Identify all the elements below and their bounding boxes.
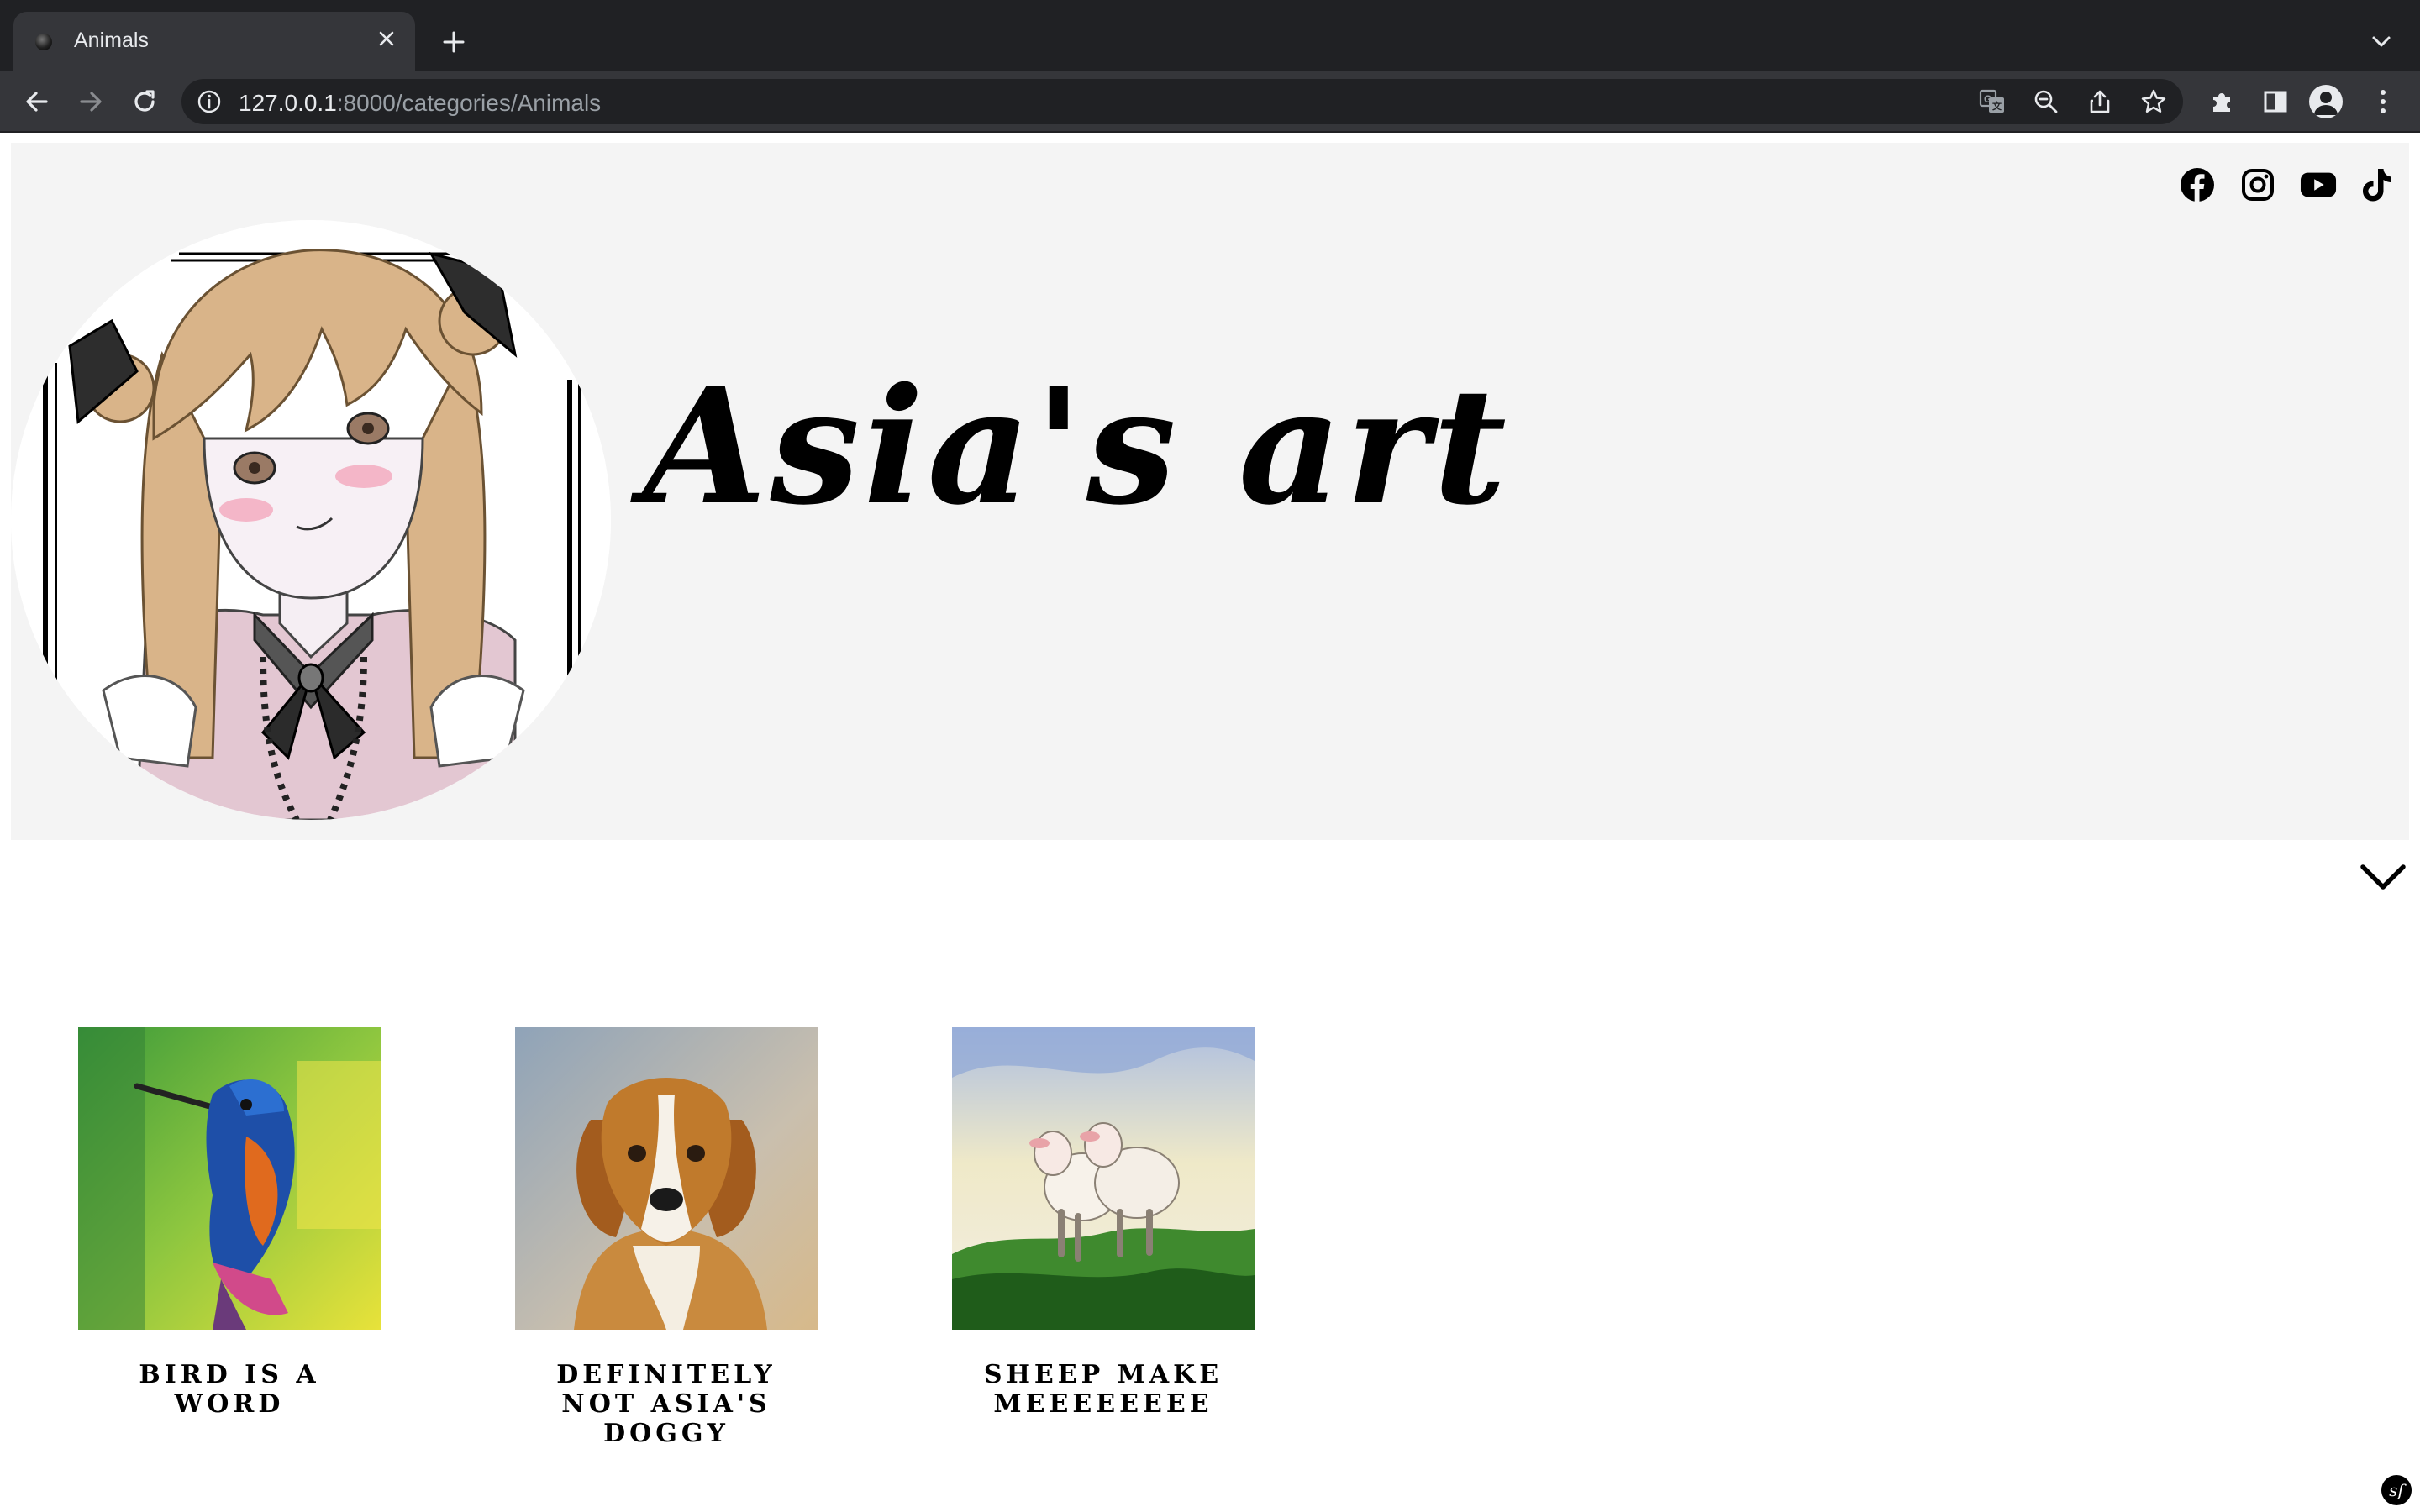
favicon-icon: [35, 34, 52, 50]
browser-tabstrip: Animals: [0, 0, 2420, 71]
new-tab-button[interactable]: [435, 24, 472, 60]
gallery-item[interactable]: Definitely not Asia's doggy: [515, 1027, 818, 1448]
page-content: Asia's art BIRD IS A WORD DEFINITELY NOT…: [0, 133, 2420, 1512]
tiktok-icon: [2363, 169, 2391, 202]
side-panel-icon[interactable]: [2255, 81, 2296, 122]
tab-search-button[interactable]: [2363, 24, 2400, 60]
kebab-menu-icon[interactable]: [2363, 81, 2403, 122]
profile-icon[interactable]: [2309, 85, 2343, 118]
site-header: Asia's art: [11, 143, 2409, 840]
plus-icon: [443, 31, 465, 53]
symfony-toolbar-toggle[interactable]: sf: [2381, 1475, 2412, 1505]
arrow-left-icon: [26, 92, 48, 112]
artwork-image-sheep[interactable]: [952, 1027, 1255, 1330]
tab-title: Animals: [74, 29, 149, 52]
youtube-link[interactable]: [2300, 166, 2337, 203]
back-button[interactable]: [17, 81, 57, 122]
artwork-image-dog[interactable]: [515, 1027, 818, 1330]
chevron-down-icon: [2372, 36, 2391, 47]
url-text: 127.0.0.1:8000/categories/Animals: [239, 90, 601, 117]
artwork-image-bird[interactable]: [78, 1027, 381, 1330]
star-icon[interactable]: [2139, 87, 2169, 117]
menu-toggle-button[interactable]: [2358, 858, 2408, 895]
url-host: 127.0.0.1: [239, 90, 337, 116]
share-icon[interactable]: [2085, 87, 2115, 117]
forward-button[interactable]: [71, 81, 111, 122]
url-path: :8000/categories/Animals: [336, 90, 602, 116]
address-bar[interactable]: 127.0.0.1:8000/categories/Animals G文: [182, 79, 2183, 124]
youtube-icon: [2300, 172, 2337, 197]
facebook-icon: [2181, 168, 2214, 202]
svg-text:文: 文: [1992, 100, 2002, 112]
reload-icon: [134, 90, 155, 112]
site-title: Asia's art: [643, 353, 1510, 540]
puzzle-icon[interactable]: [2202, 81, 2242, 122]
gallery-item[interactable]: Bird is a word: [78, 1027, 381, 1419]
artist-avatar: [11, 220, 611, 820]
gallery-item[interactable]: Sheep make meeeeeeee: [952, 1027, 1255, 1419]
instagram-link[interactable]: [2239, 166, 2276, 203]
info-icon[interactable]: [197, 89, 222, 114]
artwork-title[interactable]: Sheep make meeeeeeee: [952, 1360, 1255, 1419]
facebook-link[interactable]: [2179, 166, 2216, 203]
instagram-icon: [2242, 169, 2274, 201]
translate-icon[interactable]: G文: [1977, 87, 2007, 117]
close-icon[interactable]: [370, 22, 403, 55]
tiktok-link[interactable]: [2359, 166, 2396, 203]
reload-button[interactable]: [124, 81, 165, 122]
browser-toolbar: 127.0.0.1:8000/categories/Animals G文: [0, 71, 2420, 133]
artwork-title[interactable]: Bird is a word: [78, 1360, 381, 1419]
zoom-out-icon[interactable]: [2031, 87, 2061, 117]
chevron-down-icon: [2360, 864, 2406, 890]
arrow-right-icon: [80, 92, 102, 112]
artwork-title[interactable]: Definitely not Asia's doggy: [515, 1360, 818, 1448]
browser-tab-active[interactable]: Animals: [13, 12, 415, 71]
